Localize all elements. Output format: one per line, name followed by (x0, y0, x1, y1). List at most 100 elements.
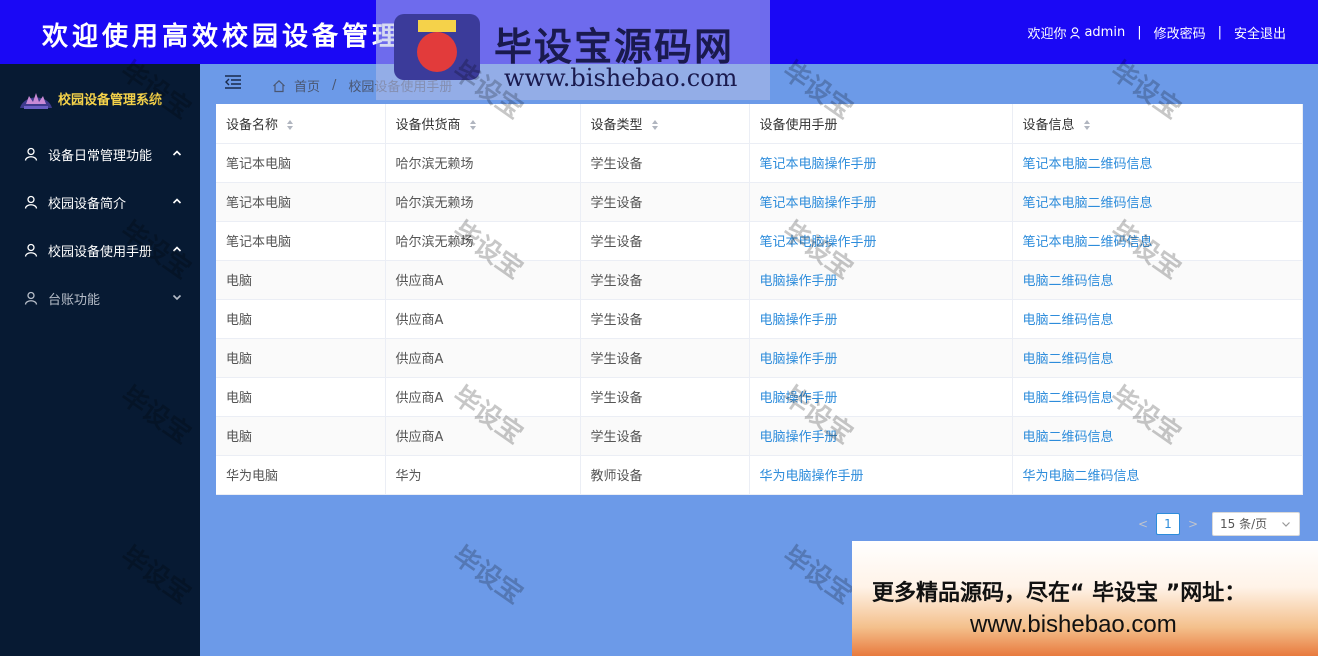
chevron-down-icon (172, 294, 182, 301)
cell-device-name: 电脑 (216, 416, 386, 456)
sidebar-item-device-manual[interactable]: 校园设备使用手册 (0, 226, 200, 274)
crown-logo-icon (20, 93, 52, 109)
pagination: < 1 > 15 条/页 (1136, 512, 1300, 536)
cell-info-link[interactable]: 华为电脑二维码信息 (1012, 455, 1303, 495)
sidebar-logo: 校园设备管理系统 (18, 84, 162, 112)
page-number-button[interactable]: 1 (1156, 513, 1180, 535)
table-header-row: 设备名称 设备供货商 设备类型 设备使用手册 设备信息 (216, 104, 1303, 144)
cell-info-link[interactable]: 笔记本电脑二维码信息 (1012, 221, 1303, 261)
cell-manual-link[interactable]: 电脑操作手册 (749, 416, 1013, 456)
user-icon (24, 147, 38, 161)
table-row: 笔记本电脑 哈尔滨无赖场 学生设备 笔记本电脑操作手册 笔记本电脑二维码信息 (216, 221, 1303, 261)
cell-manual-link[interactable]: 电脑操作手册 (749, 299, 1013, 339)
breadcrumb-home[interactable]: 首页 (294, 76, 320, 95)
table-row: 电脑 供应商A 学生设备 电脑操作手册 电脑二维码信息 (216, 299, 1303, 339)
cell-device-type: 学生设备 (580, 338, 750, 378)
separator: | (1217, 25, 1222, 40)
cell-device-type: 学生设备 (580, 182, 750, 222)
table-row: 电脑 供应商A 学生设备 电脑操作手册 电脑二维码信息 (216, 377, 1303, 417)
column-header-device-info[interactable]: 设备信息 (1012, 104, 1303, 144)
page-size-value: 15 条/页 (1220, 517, 1268, 531)
cell-device-name: 华为电脑 (216, 455, 386, 495)
watermark-logo-url: www.bishebao.com (504, 64, 738, 92)
cell-supplier: 供应商A (385, 416, 581, 456)
cell-info-link[interactable]: 笔记本电脑二维码信息 (1012, 143, 1303, 183)
cell-manual-link[interactable]: 电脑操作手册 (749, 260, 1013, 300)
column-header-manual: 设备使用手册 (749, 104, 1013, 144)
chevron-up-icon (172, 246, 182, 252)
watermark-logo-cn: 毕设宝源码网 (494, 25, 735, 69)
cell-manual-link[interactable]: 笔记本电脑操作手册 (749, 221, 1013, 261)
cell-info-link[interactable]: 电脑二维码信息 (1012, 416, 1303, 456)
sort-icon[interactable] (469, 119, 477, 131)
cell-supplier: 供应商A (385, 377, 581, 417)
sort-icon[interactable] (1083, 119, 1091, 131)
cell-manual-link[interactable]: 华为电脑操作手册 (749, 455, 1013, 495)
chevron-up-icon (172, 150, 182, 156)
next-page-button[interactable]: > (1186, 513, 1200, 535)
user-icon (24, 291, 38, 305)
cell-supplier: 供应商A (385, 260, 581, 300)
watermark-logo: 毕设宝源码网 www.bishebao.com (376, 0, 770, 100)
cell-info-link[interactable]: 电脑二维码信息 (1012, 260, 1303, 300)
cell-device-type: 学生设备 (580, 299, 750, 339)
sidebar-item-label: 校园设备使用手册 (48, 244, 153, 260)
cell-supplier: 供应商A (385, 338, 581, 378)
sidebar: 校园设备管理系统 设备日常管理功能 校园设备简介 校园设备使用手册 台账功能 (0, 64, 200, 656)
cell-device-name: 笔记本电脑 (216, 182, 386, 222)
cell-manual-link[interactable]: 笔记本电脑操作手册 (749, 143, 1013, 183)
cell-info-link[interactable]: 笔记本电脑二维码信息 (1012, 182, 1303, 222)
page-size-select[interactable]: 15 条/页 (1212, 512, 1300, 536)
welcome-text: 欢迎你 (1027, 27, 1067, 42)
chevron-down-icon (1282, 522, 1290, 527)
menu-fold-icon[interactable] (224, 74, 242, 90)
sidebar-menu: 设备日常管理功能 校园设备简介 校园设备使用手册 台账功能 (0, 130, 200, 322)
sidebar-logo-text: 校园设备管理系统 (58, 92, 163, 108)
sidebar-item-label: 校园设备简介 (48, 196, 127, 212)
header-user-area: 欢迎你 admin | 修改密码 | 安全退出 (1027, 23, 1286, 42)
cell-supplier: 哈尔滨无赖场 (385, 221, 581, 261)
user-icon (24, 243, 38, 257)
chevron-up-icon (172, 198, 182, 204)
cell-supplier: 哈尔滨无赖场 (385, 182, 581, 222)
device-table: 设备名称 设备供货商 设备类型 设备使用手册 设备信息 笔记本电脑 哈尔滨无赖场学… (216, 104, 1303, 495)
sidebar-item-label: 台账功能 (48, 292, 101, 308)
column-header-device-type[interactable]: 设备类型 (580, 104, 750, 144)
table-row: 电脑 供应商A 学生设备 电脑操作手册 电脑二维码信息 (216, 260, 1303, 300)
cell-info-link[interactable]: 电脑二维码信息 (1012, 299, 1303, 339)
separator: | (1137, 25, 1142, 40)
prev-page-button[interactable]: < (1136, 513, 1150, 535)
sidebar-item-label: 设备日常管理功能 (48, 148, 153, 164)
ad-banner: 更多精品源码，尽在“ 毕设宝 ”网址： www.bishebao.com (852, 541, 1318, 656)
column-header-supplier[interactable]: 设备供货商 (385, 104, 581, 144)
sidebar-item-device-intro[interactable]: 校园设备简介 (0, 178, 200, 226)
table-row: 电脑 供应商A 学生设备 电脑操作手册 电脑二维码信息 (216, 416, 1303, 456)
cell-device-name: 电脑 (216, 299, 386, 339)
logout-link[interactable]: 安全退出 (1234, 23, 1286, 42)
cell-device-type: 教师设备 (580, 455, 750, 495)
cell-manual-link[interactable]: 电脑操作手册 (749, 338, 1013, 378)
cell-manual-link[interactable]: 电脑操作手册 (749, 377, 1013, 417)
cell-supplier: 供应商A (385, 299, 581, 339)
sidebar-item-daily-management[interactable]: 设备日常管理功能 (0, 130, 200, 178)
column-header-device-name[interactable]: 设备名称 (216, 104, 386, 144)
table-row: 笔记本电脑 哈尔滨无赖场 学生设备 笔记本电脑操作手册 笔记本电脑二维码信息 (216, 143, 1303, 183)
cell-device-name: 笔记本电脑 (216, 221, 386, 261)
cell-manual-link[interactable]: 笔记本电脑操作手册 (749, 182, 1013, 222)
table-row: 电脑 供应商A 学生设备 电脑操作手册 电脑二维码信息 (216, 338, 1303, 378)
cell-info-link[interactable]: 电脑二维码信息 (1012, 338, 1303, 378)
breadcrumb-separator: / (332, 78, 337, 93)
change-password-link[interactable]: 修改密码 (1154, 23, 1206, 42)
table-row: 华为电脑 华为 教师设备 华为电脑操作手册 华为电脑二维码信息 (216, 455, 1303, 495)
ad-banner-url: www.bishebao.com (970, 611, 1177, 638)
sidebar-item-ledger[interactable]: 台账功能 (0, 274, 200, 322)
cell-device-type: 学生设备 (580, 260, 750, 300)
user-icon (24, 195, 38, 209)
sort-icon[interactable] (286, 119, 294, 131)
ad-banner-text: 更多精品源码，尽在“ 毕设宝 ”网址： (872, 581, 1247, 606)
cell-device-name: 电脑 (216, 377, 386, 417)
sort-icon[interactable] (651, 119, 659, 131)
cell-device-type: 学生设备 (580, 143, 750, 183)
cell-info-link[interactable]: 电脑二维码信息 (1012, 377, 1303, 417)
user-icon (1070, 26, 1081, 39)
